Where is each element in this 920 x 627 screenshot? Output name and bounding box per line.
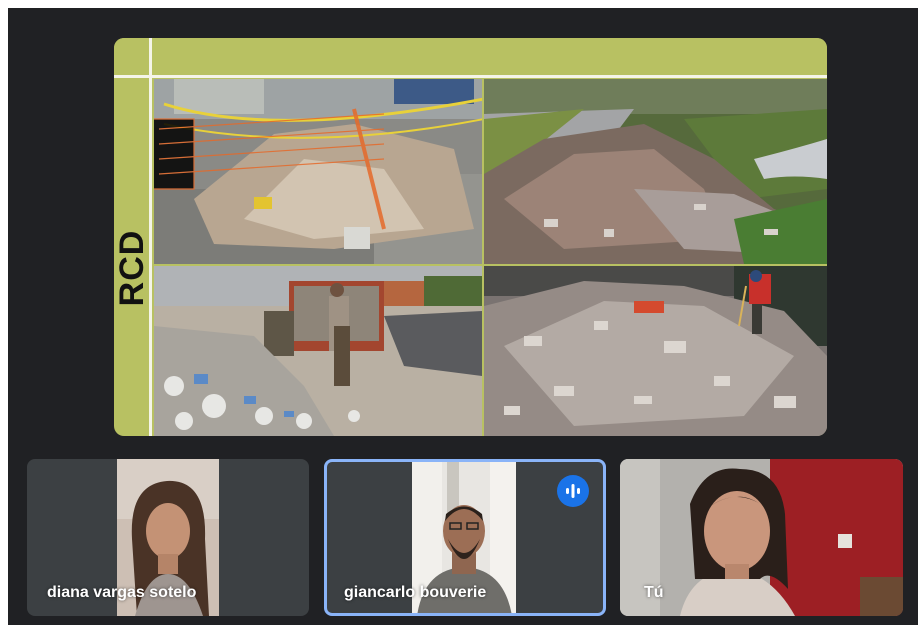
participant-tile[interactable]: diana vargas sotelo bbox=[27, 459, 309, 616]
participant-tile-active[interactable]: giancarlo bouverie bbox=[324, 459, 606, 616]
photo-fenced-debris bbox=[154, 79, 482, 264]
participant-name: diana vargas sotelo bbox=[47, 584, 197, 601]
photo-debris-pile bbox=[484, 266, 827, 436]
photo-roadside-debris bbox=[484, 79, 827, 264]
slide-title: RCD bbox=[114, 229, 151, 307]
participant-tile-self[interactable]: Tú bbox=[620, 459, 903, 616]
shared-presentation[interactable]: RCD bbox=[114, 38, 827, 436]
slide-divider-horizontal bbox=[114, 75, 827, 78]
photo-debris-truck bbox=[154, 266, 482, 436]
slide-header-band bbox=[114, 38, 827, 76]
speaking-indicator-icon bbox=[557, 475, 589, 507]
participant-name: Tú bbox=[644, 584, 664, 601]
participant-name: giancarlo bouverie bbox=[344, 584, 487, 601]
meeting-stage: RCD diana vargas sotelo giancarlo bouver… bbox=[8, 8, 918, 625]
